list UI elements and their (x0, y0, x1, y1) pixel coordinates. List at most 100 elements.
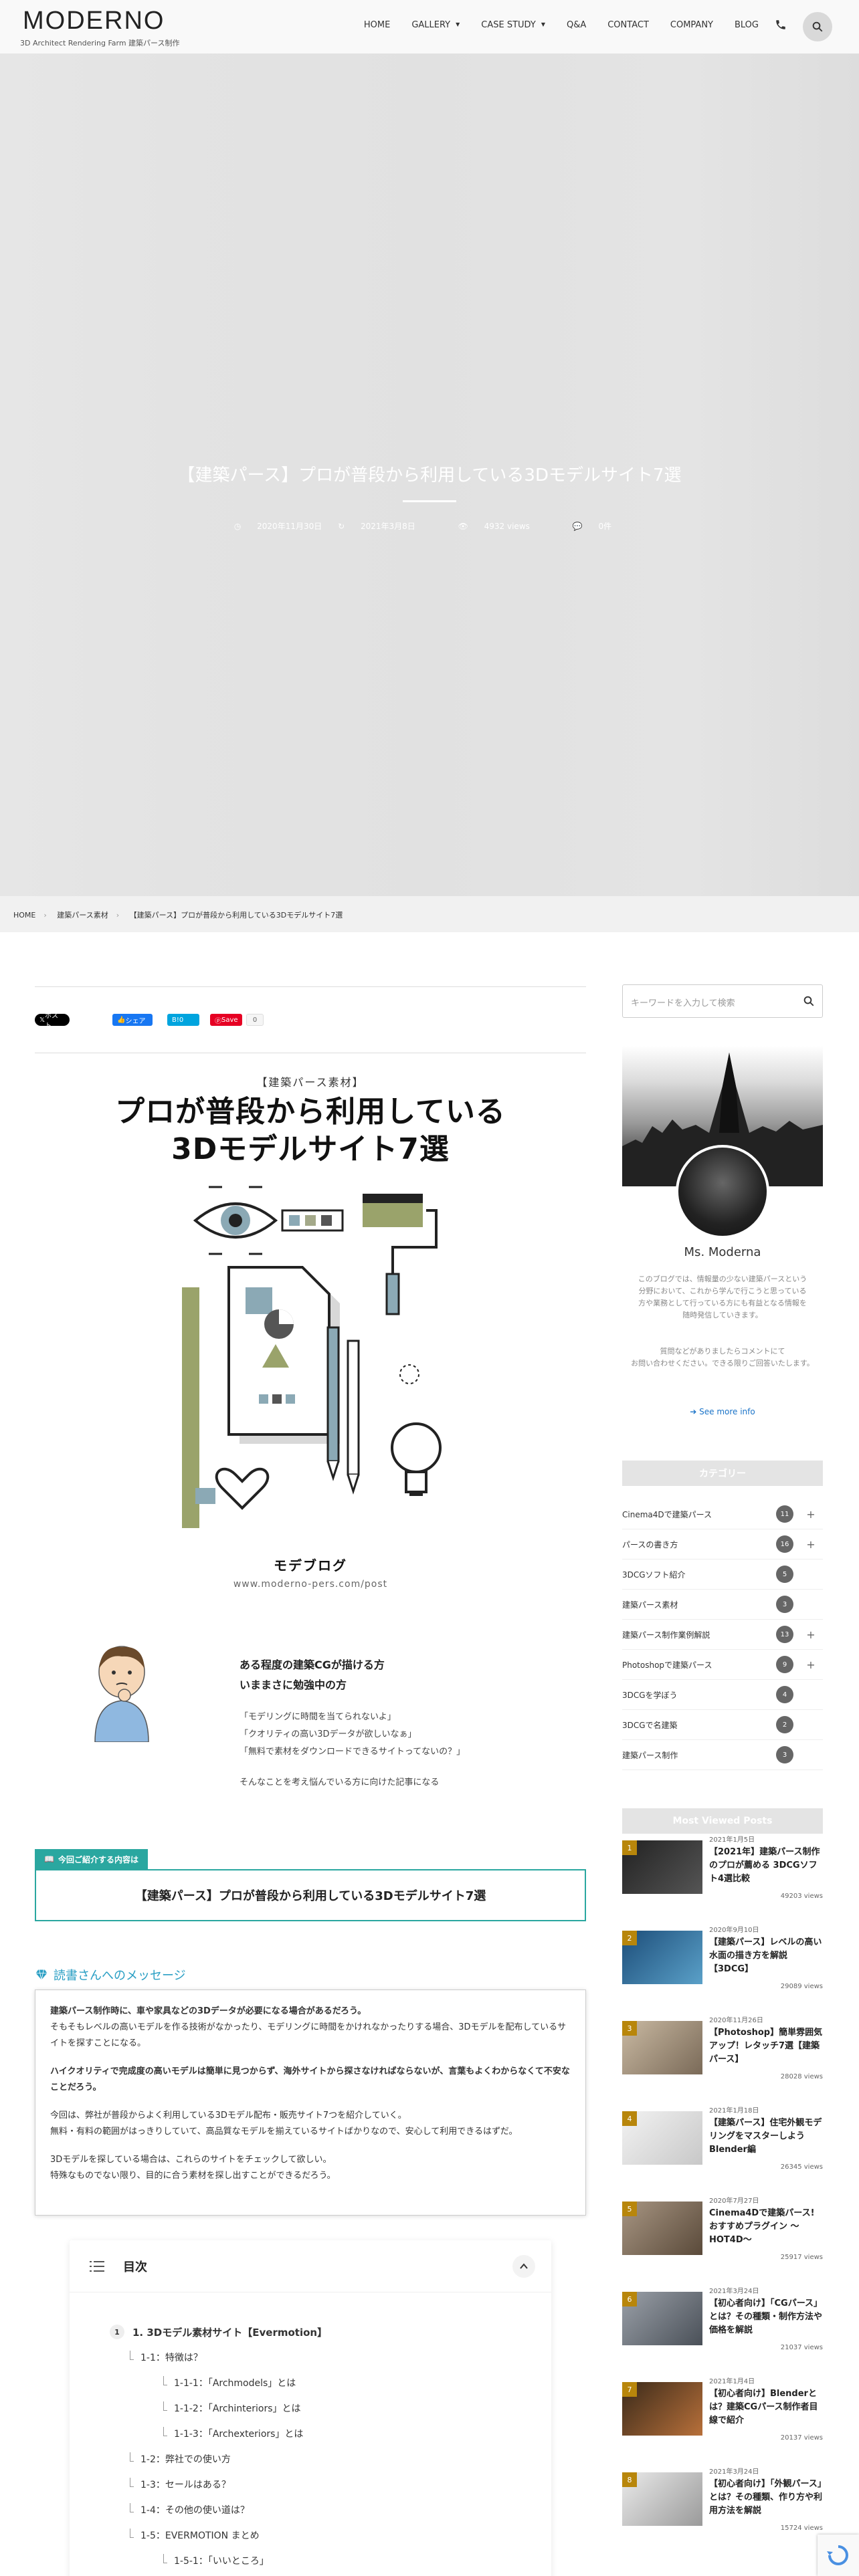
category-item[interactable]: 建築パース制作業例解説 13 + (622, 1620, 823, 1650)
light-bulb-icon (391, 1422, 442, 1496)
toc-item[interactable]: 1-1：特徴は？ (110, 2345, 327, 2370)
toc-item[interactable]: 1-1-3：「Archexteriors」とは (110, 2421, 327, 2446)
toc-item[interactable]: 1-4：その他の使い道は？ (110, 2497, 327, 2523)
comment-count[interactable]: 💬 0件 (573, 522, 625, 531)
eyecatch-url: www.moderno-pers.com/post (233, 1579, 388, 1590)
pinterest-save-button[interactable]: ⓟ Save (210, 1014, 242, 1026)
breadcrumb: HOME › 建築パース素材 › 【建築パース】プロが普段から利用している3Dモデル… (0, 896, 859, 932)
facebook-share-button[interactable]: 👍 シェア (112, 1014, 153, 1026)
toc-item[interactable]: 1-5：EVERMOTION まとめ (110, 2523, 327, 2548)
profile-description: このブログでは、情報量の少ない建築パースという 分野において、これから学んで行こ… (631, 1275, 814, 1368)
diamond-icon (35, 1969, 47, 1980)
chevron-right-icon: › (116, 911, 120, 920)
breadcrumb-category[interactable]: 建築パース素材 (57, 911, 108, 920)
popular-post[interactable]: 2 2020年9月10日 【建築パース】レベルの高い水面の描き方を解説【3DCG… (622, 1911, 823, 2001)
category-item[interactable]: 3DCGを学ぼう 4 (622, 1680, 823, 1710)
search-icon[interactable] (803, 995, 815, 1007)
category-item[interactable]: 建築パース制作 3 (622, 1740, 823, 1770)
avatar (676, 1145, 769, 1239)
popular-post[interactable]: 3 2020年11月26日 【Photoshop】簡単雰囲気アップ！レタッチ7選… (622, 2001, 823, 2091)
eyecatch-title: プロが普段から利用している 3Dモデルサイト7選 (115, 1095, 506, 1166)
popular-post[interactable]: 4 2021年1月18日 【建築パース】住宅外観モデリングをマスターしよう Bl… (622, 2091, 823, 2181)
view-count: 👁 4932 views (458, 522, 530, 531)
thinking-person-illustration (94, 1646, 149, 1742)
eyecatch-tag: 【建築パース素材】 (256, 1076, 365, 1089)
dotted-circle-icon (399, 1364, 419, 1384)
message-box: 建築パース制作時に、車や家具などの3Dデータが必要になる場合があるだろう。 そもそ… (35, 1990, 586, 2216)
nav-blog[interactable]: BLOG (735, 20, 759, 30)
table-of-contents: 目次 1 1. 3Dモデル素材サイト【Evermotion】 1-1：特徴は？ 1… (70, 2240, 551, 2576)
book-icon: 📖 (44, 1854, 54, 1864)
toc-collapse-button[interactable] (512, 2255, 535, 2278)
category-item[interactable]: Photoshopで建築パース 9 + (622, 1650, 823, 1680)
nav-company[interactable]: COMPANY (670, 20, 713, 30)
plus-icon[interactable]: + (799, 1532, 823, 1556)
sidebar-search-input[interactable]: キーワードを入力して検索 (622, 984, 823, 1018)
nav-qa[interactable]: Q&A (567, 20, 586, 30)
popular-post[interactable]: 1 2021年1月5日 【2021年】建築パース制作のプロが薦める 3DCGソフ… (622, 1820, 823, 1911)
hero-section: 【建築パース】プロが普段から利用している3Dモデルサイト7選 ◷ 2020年11… (0, 0, 859, 896)
list-icon (90, 2260, 104, 2272)
nav-home[interactable]: HOME (364, 20, 390, 30)
popular-post[interactable]: 7 2021年1月4日 【初心者向け】Blenderとは？建築CGパース制作者目… (622, 2362, 823, 2452)
nav-contact[interactable]: CONTACT (607, 20, 649, 30)
target-readers: ある程度の建築CGが描ける方 いままさに勉強中の方 (240, 1658, 385, 1691)
chevron-up-icon (520, 2263, 528, 2269)
category-item[interactable]: パースの書き方 16 + (622, 1529, 823, 1560)
twitter-share-button[interactable]: 𝕏 ポスト (35, 1012, 70, 1030)
plus-icon[interactable]: + (799, 1622, 823, 1646)
page-title: 【建築パース】プロが普段から利用している3Dモデルサイト7選 (177, 465, 682, 486)
popular-post[interactable]: 6 2021年3月24日 【初心者向け】「CGパース」とは？その種類・制作方法や… (622, 2272, 823, 2362)
site-tagline: 3D Architect Rendering Farm 建築パース制作 (20, 39, 180, 47)
popular-post[interactable]: 8 2021年3月24日 【初心者向け】「外観パース」とは？その種類、作り方や利… (622, 2452, 823, 2543)
popular-posts-list: 1 2021年1月5日 【2021年】建築パース制作のプロが薦める 3DCGソフ… (622, 1820, 823, 2543)
hatena-bookmark-button[interactable]: B! 0 (167, 1014, 199, 1026)
site-logo[interactable]: MODERNO (23, 7, 165, 35)
published-date: ◷ 2020年11月30日 ↻ 2021年3月8日 (233, 522, 415, 531)
toc-item[interactable]: 1-2：弊社での使い方 (110, 2446, 327, 2472)
phone-icon[interactable] (775, 19, 787, 31)
pinterest-count: 0 (246, 1014, 264, 1026)
category-widget-title: カテゴリー (622, 1461, 823, 1486)
recaptcha-badge[interactable] (818, 2535, 859, 2576)
category-item[interactable]: 3DCGソフト紹介 5 (622, 1560, 823, 1590)
category-item[interactable]: Cinema4Dで建築パース 11 + (622, 1499, 823, 1529)
site-header: MODERNO 3D Architect Rendering Farm 建築パー… (0, 0, 859, 53)
header-search-button[interactable] (803, 12, 832, 41)
category-item[interactable]: 3DCGで名建築 2 (622, 1710, 823, 1740)
toc-item[interactable]: 1-1-2：「Archinteriors」とは (110, 2395, 327, 2421)
pencil-icon (326, 1326, 360, 1495)
nav-gallery[interactable]: GALLERY ▼ (411, 20, 460, 30)
toc-item[interactable]: 1-3：セールはある？ (110, 2472, 327, 2497)
arrow-right-icon: ➔ (690, 1407, 700, 1416)
main-nav: HOME GALLERY ▼ CASE STUDY ▼ Q&A CONTACT CO… (364, 20, 759, 30)
caret-down-icon: ▼ (456, 21, 460, 27)
popular-post[interactable]: 5 2020年7月27日 Cinema4Dで建築パース! おすすめプラグイン 〜… (622, 2181, 823, 2272)
intro-label: 📖 今回ご紹介する内容は (35, 1849, 148, 1869)
category-list: Cinema4Dで建築パース 11 + パースの書き方 16 + 3DCGソフト紹介 5 … (622, 1499, 823, 1770)
toc-item[interactable]: 1-1-1：「Archmodels」とは (110, 2370, 327, 2395)
category-item[interactable]: 建築パース素材 3 (622, 1590, 823, 1620)
palette-icon (281, 1209, 344, 1232)
see-more-link[interactable]: ➔ See more info (622, 1407, 823, 1416)
toc-header: 目次 (70, 2240, 551, 2292)
post-meta: ◷ 2020年11月30日 ↻ 2021年3月8日 👁 4932 views 💬… (0, 520, 859, 532)
toc-item[interactable]: 1 1. 3Dモデル素材サイト【Evermotion】 (110, 2319, 327, 2345)
shape-icon (195, 1488, 215, 1504)
reader-quotes: 「モデリングに時間を当てられないよ」 「クオリティの高い3Dデータが欲しいなぁ」… (240, 1712, 466, 1788)
nav-case-study[interactable]: CASE STUDY ▼ (481, 20, 545, 30)
breadcrumb-home[interactable]: HOME (13, 911, 35, 920)
design-tools-illustration (182, 1186, 442, 1528)
intro-box: 【建築パース】プロが普段から利用している3Dモデルサイト7選 (35, 1869, 586, 1921)
eye-icon (193, 1186, 278, 1255)
breadcrumb-current: 【建築パース】プロが普段から利用している3Dモデルサイト7選 (129, 911, 343, 920)
share-bar: 𝕏 ポスト 👍 シェア B! 0 ⓟ Save 0 (35, 986, 586, 1053)
plus-icon[interactable]: + (799, 1502, 823, 1526)
toc-list: 1 1. 3Dモデル素材サイト【Evermotion】 1-1：特徴は？ 1-1-… (110, 2319, 327, 2573)
eyecatch-image: 【建築パース素材】 プロが普段から利用している 3Dモデルサイト7選 モデブログ… (35, 1067, 586, 1742)
chevron-right-icon: › (43, 911, 47, 920)
paint-roller-icon (363, 1194, 438, 1315)
toc-item[interactable]: 1-5-1：「いいところ」 (110, 2548, 327, 2573)
heart-icon (215, 1467, 270, 1510)
plus-icon[interactable]: + (799, 1652, 823, 1677)
